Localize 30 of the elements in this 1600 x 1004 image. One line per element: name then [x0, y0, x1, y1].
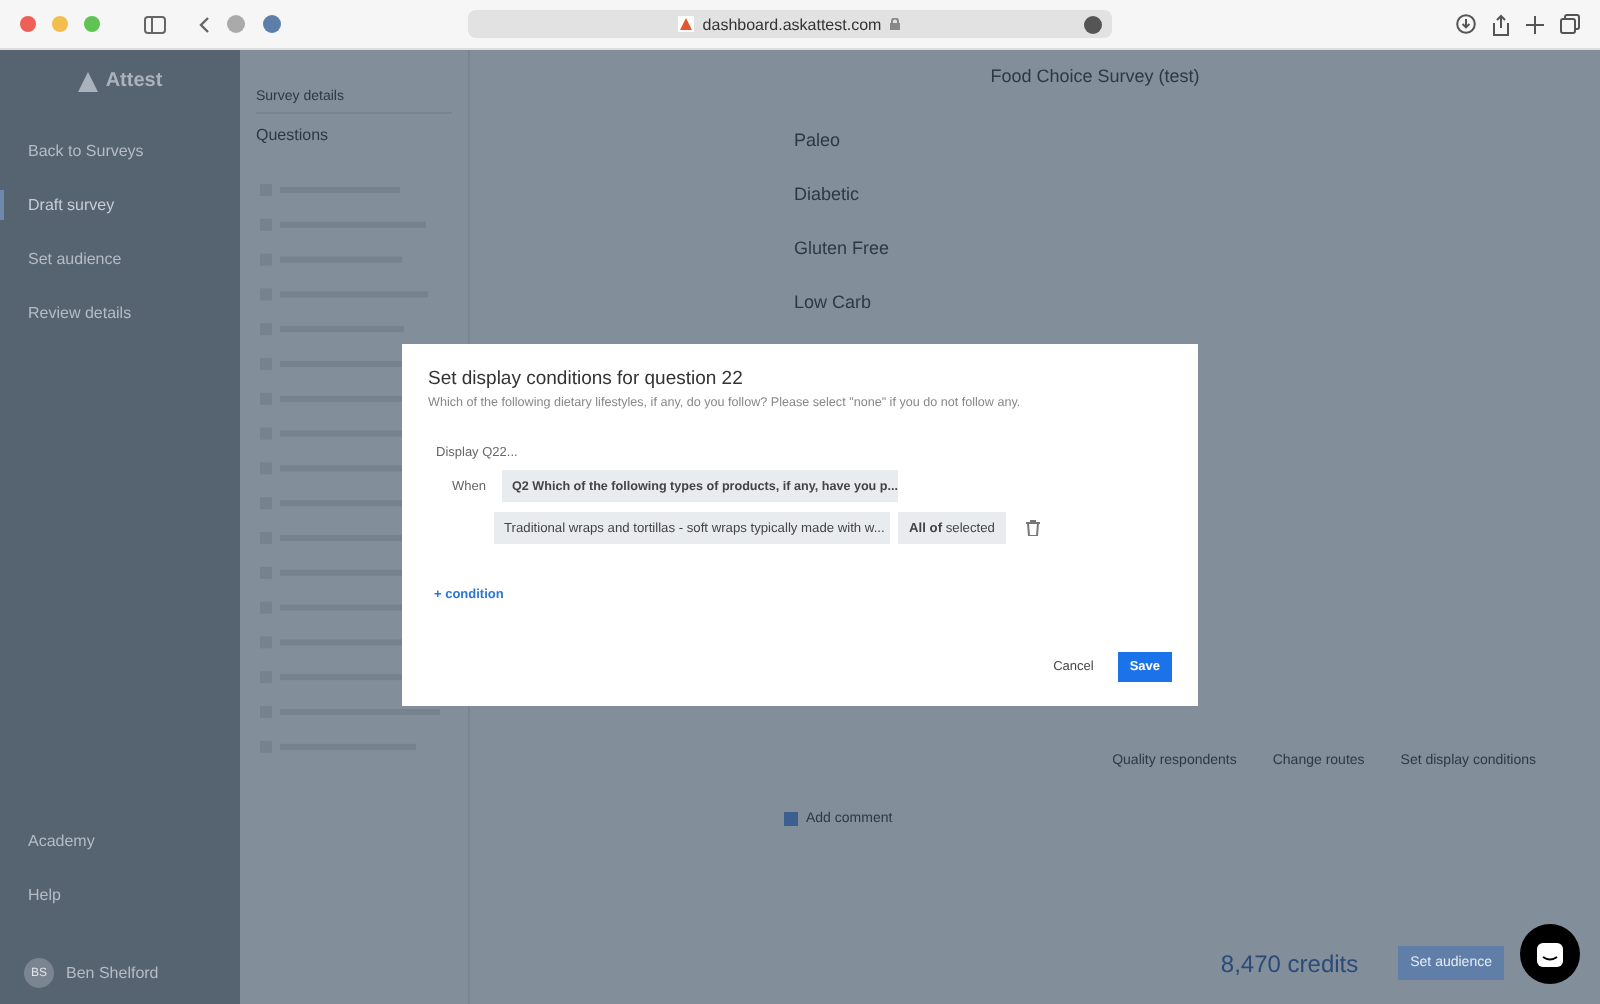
answer-option: Diabetic: [794, 184, 1576, 204]
answer-option: Low Carb: [794, 292, 1576, 312]
chat-icon: [1536, 941, 1564, 967]
sidebar-nav-item[interactable]: Back to Surveys: [0, 136, 240, 166]
new-tab-icon[interactable]: [1526, 15, 1544, 33]
answer-option: Gluten Free: [794, 238, 1576, 258]
sidebar-footer-link[interactable]: Help: [0, 880, 240, 910]
sidebar-toggle-icon[interactable]: [144, 15, 166, 33]
share-icon[interactable]: [1492, 13, 1510, 35]
questions-heading: Questions: [256, 126, 331, 144]
close-window-icon[interactable]: [20, 16, 36, 32]
checkbox[interactable]: [784, 812, 798, 826]
download-icon[interactable]: [1456, 14, 1476, 34]
trash-icon[interactable]: [1026, 520, 1040, 536]
url-text: dashboard.askattest.com: [702, 15, 882, 33]
lock-icon: [889, 18, 900, 30]
chat-button[interactable]: [1520, 924, 1580, 984]
dialog-title: Set display conditions for question 22: [428, 368, 745, 390]
sidebar-nav-item[interactable]: Set audience: [0, 244, 240, 274]
logo-text: Attest: [105, 70, 163, 92]
sidebar-nav-item[interactable]: Review details: [0, 298, 240, 328]
user-name[interactable]: Ben Shelford: [66, 964, 159, 982]
survey-title: Food Choice Survey (test): [988, 66, 1202, 86]
answer-option: Paleo: [794, 130, 1576, 150]
tabs-overview-icon[interactable]: [1560, 14, 1580, 34]
triangle-logo-icon: [678, 16, 695, 32]
credits-count: 8,470 credits: [1220, 949, 1359, 977]
address-bar[interactable]: dashboard.askattest.com: [467, 10, 1111, 38]
sidebar-footer-link[interactable]: Academy: [0, 826, 240, 856]
triangle-logo-icon: [77, 71, 98, 91]
